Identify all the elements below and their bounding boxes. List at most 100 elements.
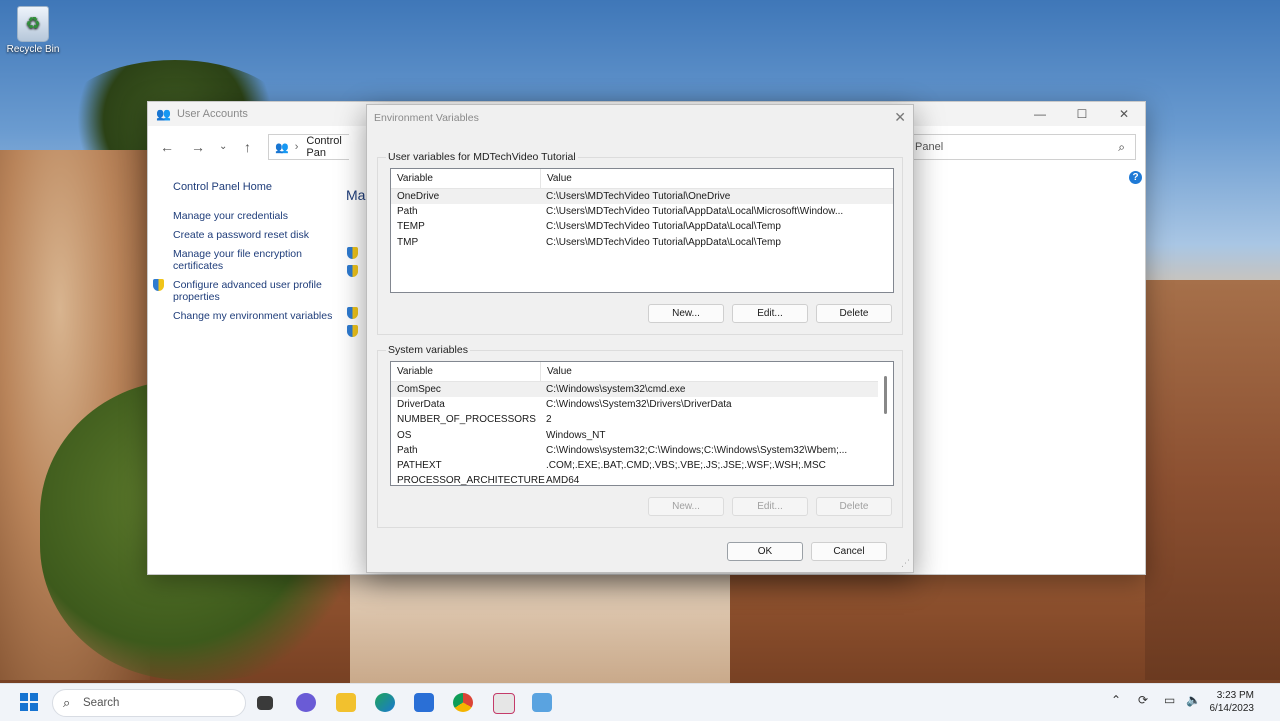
- search-icon: ⌕: [63, 695, 71, 710]
- list-item[interactable]: NUMBER_OF_PROCESSORS 2: [391, 412, 893, 427]
- minimize-icon[interactable]: —: [1019, 102, 1061, 126]
- close-icon[interactable]: ✕: [894, 109, 906, 126]
- search-icon: ⌕: [1118, 140, 1125, 154]
- system-edit-button[interactable]: Edit...: [732, 497, 808, 516]
- control-panel-home-link[interactable]: Control Panel Home: [173, 181, 333, 193]
- taskbar-search-placeholder: Search: [83, 697, 120, 709]
- volume-muted-icon[interactable]: 🔈: [1186, 693, 1201, 707]
- windows-start-icon[interactable]: [20, 693, 38, 711]
- variable-name: TEMP: [397, 221, 425, 233]
- user-variables-label: User variables for MDTechVideo Tutorial: [386, 151, 578, 163]
- scrollbar-thumb[interactable]: [884, 376, 887, 414]
- password-reset-disk-link[interactable]: Create a password reset disk: [173, 229, 333, 241]
- search-text: Panel: [915, 141, 944, 153]
- list-item[interactable]: DriverData C:\Windows\System32\Drivers\D…: [391, 397, 893, 412]
- list-item[interactable]: Path C:\Windows\system32;C:\Windows;C:\W…: [391, 443, 893, 458]
- user-new-button[interactable]: New...: [648, 304, 724, 323]
- window-controls: — ☐ ✕: [1019, 102, 1145, 126]
- cancel-button[interactable]: Cancel: [811, 542, 887, 561]
- close-icon[interactable]: ✕: [1103, 102, 1145, 126]
- vertical-scrollbar[interactable]: [878, 362, 893, 485]
- system-variables-list[interactable]: Variable Value ComSpec C:\Windows\system…: [390, 361, 894, 486]
- ok-button[interactable]: OK: [727, 542, 803, 561]
- list-item[interactable]: PROCESSOR_ARCHITECTURE AMD64: [391, 473, 893, 486]
- advanced-profile-link[interactable]: Configure advanced user profile properti…: [173, 279, 322, 303]
- microsoft-store-icon[interactable]: [414, 693, 434, 712]
- variable-name: ComSpec: [397, 384, 441, 396]
- variable-name: Path: [397, 444, 418, 456]
- variable-value: C:\Windows\System32\Drivers\DriverData: [546, 399, 732, 411]
- value-column-header[interactable]: Value: [541, 362, 572, 381]
- list-item[interactable]: Path C:\Users\MDTechVideo Tutorial\AppDa…: [391, 204, 893, 219]
- user-accounts-icon: 👥: [156, 107, 171, 121]
- breadcrumb-text: Control Pan: [306, 135, 342, 159]
- dialog-title: Environment Variables: [374, 112, 479, 124]
- list-item[interactable]: OneDrive C:\Users\MDTechVideo Tutorial\O…: [391, 189, 893, 205]
- list-header: Variable Value: [391, 362, 893, 382]
- user-edit-button[interactable]: Edit...: [732, 304, 808, 323]
- back-arrow-icon[interactable]: ←: [160, 139, 174, 155]
- sync-icon[interactable]: ⟳: [1138, 693, 1148, 707]
- value-column-header[interactable]: Value: [541, 169, 572, 188]
- user-variables-list[interactable]: Variable Value OneDrive C:\Users\MDTechV…: [390, 168, 894, 293]
- list-item[interactable]: TMP C:\Users\MDTechVideo Tutorial\AppDat…: [391, 235, 893, 250]
- address-bar[interactable]: 👥 › Control Pan: [268, 134, 349, 160]
- clock-date: 6/14/2023: [1209, 703, 1255, 714]
- file-encryption-link[interactable]: Manage your file encryption certificates: [173, 248, 333, 272]
- uac-shield-icon: [347, 307, 358, 319]
- control-panel-taskbar-icon[interactable]: [532, 693, 552, 712]
- uac-shield-icon: [347, 325, 358, 337]
- system-clock[interactable]: 3:23 PM 6/14/2023: [1210, 689, 1255, 715]
- environment-variables-dialog: Environment Variables ✕ User variables f…: [366, 104, 914, 573]
- variable-value: C:\Windows\system32;C:\Windows;C:\Window…: [546, 444, 848, 456]
- taskbar-search-box[interactable]: ⌕ Search: [52, 689, 246, 717]
- dialog-titlebar[interactable]: Environment Variables ✕: [367, 105, 913, 129]
- chat-icon[interactable]: [296, 693, 316, 712]
- wallpaper-cliff: [350, 572, 730, 684]
- variable-value: C:\Users\MDTechVideo Tutorial\AppData\Lo…: [546, 221, 781, 233]
- left-nav-pane: Control Panel Home Manage your credentia…: [153, 181, 333, 329]
- variable-column-header[interactable]: Variable: [391, 169, 541, 188]
- recent-chevron-down-icon[interactable]: ⌄: [219, 141, 227, 152]
- help-icon[interactable]: ?: [1129, 171, 1142, 184]
- system-new-button[interactable]: New...: [648, 497, 724, 516]
- variable-name: Path: [397, 206, 418, 218]
- resize-grip-icon[interactable]: ⋰: [901, 558, 910, 569]
- variable-name: TMP: [397, 236, 419, 248]
- manage-credentials-link[interactable]: Manage your credentials: [173, 210, 333, 222]
- variable-name: PATHEXT: [397, 460, 442, 472]
- uac-shield-icon: [347, 247, 358, 259]
- list-item[interactable]: TEMP C:\Users\MDTechVideo Tutorial\AppDa…: [391, 219, 893, 234]
- search-box[interactable]: Panel ⌕: [912, 134, 1136, 160]
- page-title: Ma: [346, 187, 366, 203]
- variable-name: OS: [397, 429, 412, 441]
- wallpaper-canyon: [1145, 280, 1280, 680]
- recycle-bin-desktop-icon[interactable]: ♻ Recycle Bin: [4, 6, 62, 55]
- up-arrow-icon[interactable]: ↑: [244, 139, 251, 155]
- file-explorer-icon[interactable]: [336, 693, 356, 712]
- list-item[interactable]: ComSpec C:\Windows\system32\cmd.exe: [391, 382, 893, 398]
- show-hidden-icons-chevron-icon[interactable]: ⌃: [1111, 693, 1121, 707]
- variable-value: Windows_NT: [546, 429, 606, 441]
- network-icon[interactable]: ▭: [1164, 693, 1175, 707]
- advanced-profile-link-row: Configure advanced user profile properti…: [153, 279, 333, 303]
- task-view-icon[interactable]: [257, 696, 273, 710]
- list-item[interactable]: PATHEXT .COM;.EXE;.BAT;.CMD;.VBS;.VBE;.J…: [391, 458, 893, 473]
- list-item[interactable]: OS Windows_NT: [391, 428, 893, 443]
- variable-value: C:\Users\MDTechVideo Tutorial\AppData\Lo…: [546, 206, 844, 218]
- maximize-icon[interactable]: ☐: [1061, 102, 1103, 126]
- snipping-tool-icon[interactable]: [493, 693, 515, 714]
- variable-name: PROCESSOR_ARCHITECTURE: [397, 475, 545, 486]
- variable-value: AMD64: [546, 475, 580, 486]
- user-delete-button[interactable]: Delete: [816, 304, 892, 323]
- system-delete-button[interactable]: Delete: [816, 497, 892, 516]
- forward-arrow-icon[interactable]: →: [191, 139, 205, 155]
- uac-shield-icon: [347, 265, 358, 277]
- edge-browser-icon[interactable]: [375, 693, 395, 712]
- variable-name: DriverData: [397, 399, 445, 411]
- environment-variables-link[interactable]: Change my environment variables: [173, 310, 333, 322]
- system-variables-group: System variables Variable Value ComSpec …: [377, 344, 903, 528]
- list-header: Variable Value: [391, 169, 893, 189]
- chrome-browser-icon[interactable]: [453, 693, 473, 712]
- variable-column-header[interactable]: Variable: [391, 362, 541, 381]
